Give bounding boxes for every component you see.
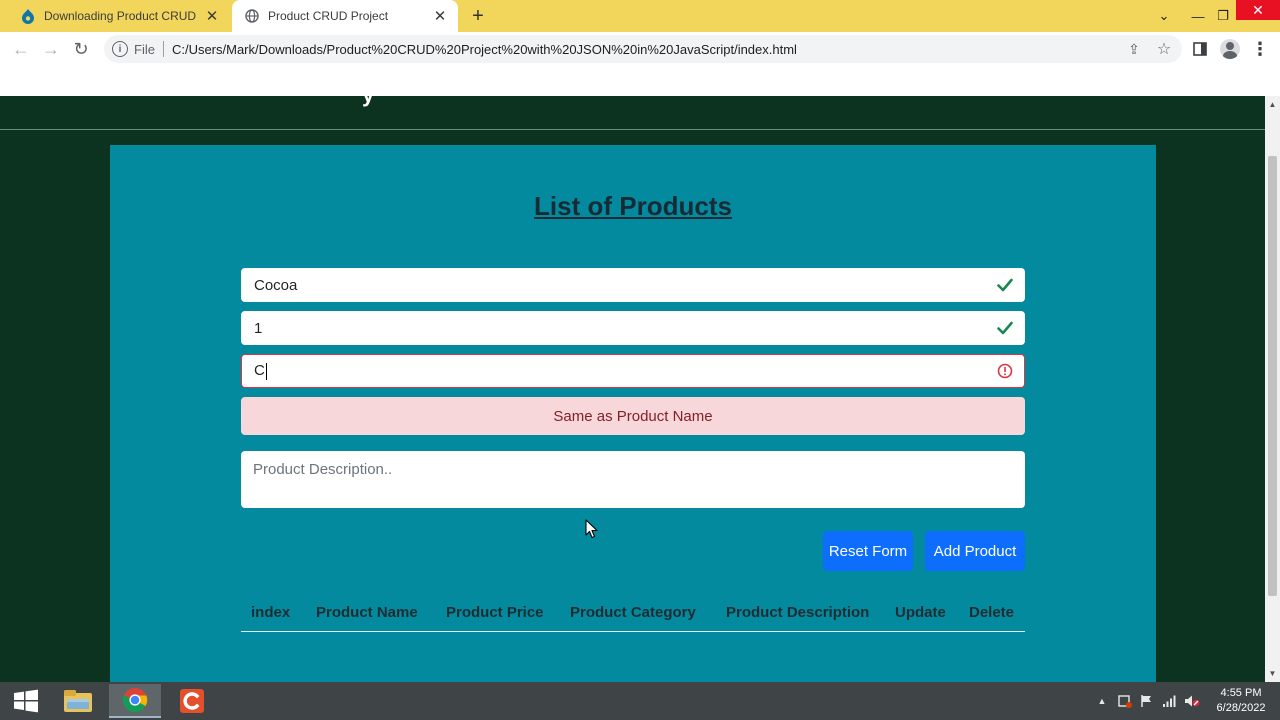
reload-icon[interactable]: ↻ [69,37,93,61]
chevron-down-icon[interactable]: ⌄ [1150,0,1178,32]
column-header-product-category: Product Category [570,604,696,621]
column-header-delete: Delete [969,604,1015,621]
add-product-button[interactable]: Add Product [925,531,1025,571]
new-tab-button[interactable]: + [466,4,490,28]
product-category-text: C [254,362,265,380]
products-table-header: index Product Name Product Price Product… [241,600,1025,632]
network-icon[interactable] [1160,688,1178,714]
camtasia-icon[interactable] [166,684,218,718]
clock-date: 6/28/2022 [1216,702,1266,714]
minimize-icon[interactable]: — [1186,0,1210,32]
file-explorer-icon[interactable] [52,684,104,718]
check-icon [996,319,1014,337]
window-close-button[interactable]: ✕ [1236,0,1280,20]
product-price-value: 1 [254,319,263,337]
column-header-product-price: Product Price [446,604,544,621]
windows-taskbar: ▲ 4:55 PM 6/28/2022 [0,682,1280,720]
header-divider [0,129,1265,130]
kebab-menu-icon[interactable]: ⋮ [1248,37,1272,61]
system-clock[interactable]: 4:55 PM 6/28/2022 [1206,686,1276,716]
column-header-index: index [251,604,291,621]
close-icon[interactable]: ✕ [200,4,224,28]
url-text[interactable]: C:/Users/Mark/Downloads/Product%20CRUD%2… [172,42,1122,57]
tab-title: Product CRUD Project [268,9,389,23]
browser-toolbar: ← → ↻ i File C:/Users/Mark/Downloads/Pro… [0,32,1280,66]
speaker-muted-icon[interactable] [1182,688,1202,714]
drupal-icon [20,8,36,24]
address-bar[interactable]: i File C:/Users/Mark/Downloads/Product%2… [104,35,1182,63]
forward-arrow-icon[interactable]: → [39,37,63,61]
product-category-value: C [242,362,996,380]
action-center-icon[interactable] [1116,688,1134,714]
category-alert: Same as Product Name [241,397,1025,435]
close-icon[interactable]: ✕ [428,4,452,28]
restore-icon[interactable]: ❐ [1210,0,1236,32]
tab-title: Downloading Product CRUD Proj [44,9,200,23]
tab-downloading[interactable]: Downloading Product CRUD Proj ✕ [8,0,230,32]
page-viewport: y List of Products Cocoa 1 C Same as Pro… [0,96,1265,682]
clock-time: 4:55 PM [1220,687,1262,699]
product-category-input[interactable]: C [241,354,1025,388]
products-panel: List of Products Cocoa 1 C Same as Produ… [110,145,1156,682]
column-header-update: Update [895,604,946,621]
page-title: List of Products [534,191,732,221]
reset-form-button[interactable]: Reset Form [823,531,913,571]
product-price-input[interactable]: 1 [241,311,1025,345]
page-scrollbar[interactable]: ▲ ▼ [1265,96,1280,682]
text-caret [265,362,267,380]
scrollbar-thumb[interactable] [1268,156,1277,596]
product-name-value: Cocoa [254,276,298,294]
header-text-remnant: y [362,96,376,106]
error-icon [996,362,1014,380]
windows-start-icon[interactable] [6,686,46,716]
tab-product-crud[interactable]: Product CRUD Project ✕ [232,0,458,32]
chrome-icon[interactable] [109,684,161,718]
show-hidden-icons-icon[interactable]: ▲ [1094,688,1110,714]
scroll-up-arrow-icon[interactable]: ▲ [1265,96,1280,113]
mouse-pointer-icon [585,519,598,539]
side-panel-icon[interactable] [1188,37,1212,61]
column-header-product-description: Product Description [726,604,870,621]
product-description-textarea[interactable]: Product Description.. [241,451,1025,508]
back-arrow-icon[interactable]: ← [9,37,33,61]
divider [162,41,164,57]
star-icon[interactable]: ☆ [1152,39,1176,59]
globe-icon [244,8,260,24]
column-header-product-name: Product Name [316,604,418,621]
scheme-label: File [134,41,155,57]
scroll-down-arrow-icon[interactable]: ▼ [1265,665,1280,682]
avatar [1220,39,1240,59]
profile-icon[interactable] [1218,37,1242,61]
product-name-input[interactable]: Cocoa [241,268,1025,302]
share-icon[interactable]: ⇪ [1122,41,1146,58]
flag-icon[interactable] [1138,688,1156,714]
check-icon [996,276,1014,294]
info-icon[interactable]: i [112,41,128,57]
browser-tab-strip: Downloading Product CRUD Proj ✕ Product … [0,0,1280,32]
